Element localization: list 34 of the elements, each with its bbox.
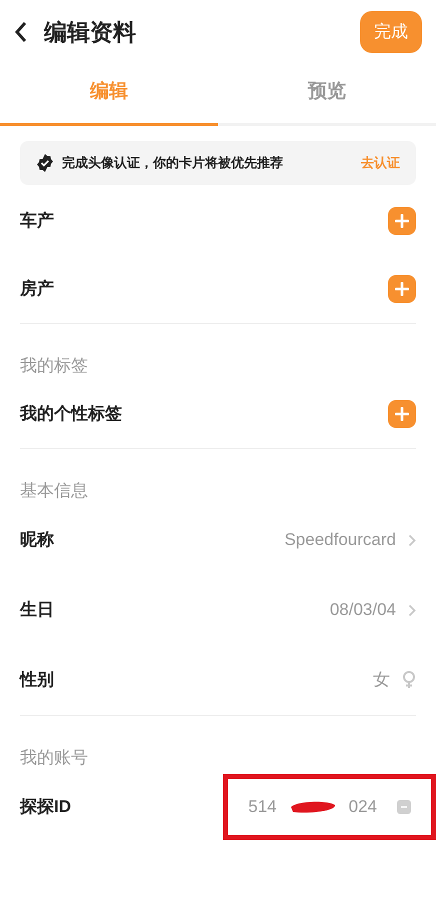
row-label: 房产 bbox=[20, 278, 54, 300]
plus-icon bbox=[395, 282, 409, 296]
add-button[interactable] bbox=[388, 400, 416, 428]
row-label: 昵称 bbox=[20, 529, 54, 552]
back-icon[interactable] bbox=[14, 21, 28, 43]
tab[interactable]: 编辑 bbox=[0, 62, 218, 126]
field-value: 女 bbox=[373, 669, 390, 692]
female-icon bbox=[402, 671, 416, 689]
plus-icon bbox=[395, 407, 409, 421]
field-value: Speedfourcard bbox=[284, 529, 396, 552]
row-label: 探探ID bbox=[20, 796, 71, 818]
redaction-mark bbox=[288, 799, 337, 815]
chevron-right-icon bbox=[408, 534, 416, 546]
copy-icon bbox=[397, 800, 411, 814]
row-label: 我的个性标签 bbox=[20, 403, 122, 426]
verify-link[interactable]: 去认证 bbox=[361, 153, 400, 173]
verified-badge-icon bbox=[36, 154, 54, 172]
row-label: 生日 bbox=[20, 599, 54, 622]
row-label: 性别 bbox=[20, 669, 54, 692]
page-title: 编辑资料 bbox=[44, 18, 136, 47]
account-id-start: 514 bbox=[248, 796, 277, 818]
chevron-right-icon bbox=[408, 604, 416, 616]
field-value: 08/03/04 bbox=[330, 599, 396, 622]
plus-icon bbox=[395, 214, 409, 228]
add-button[interactable] bbox=[388, 207, 416, 235]
row-label: 车产 bbox=[20, 210, 54, 232]
account-id-end: 024 bbox=[348, 796, 377, 818]
banner-text: 完成头像认证，你的卡片将被优先推荐 bbox=[62, 154, 283, 172]
tab[interactable]: 预览 bbox=[218, 62, 436, 126]
section-title: 我的账号 bbox=[20, 746, 88, 768]
add-button[interactable] bbox=[388, 275, 416, 303]
done-button[interactable]: 完成 bbox=[360, 11, 422, 53]
section-title: 我的标签 bbox=[20, 354, 88, 376]
section-title: 基本信息 bbox=[20, 480, 88, 502]
